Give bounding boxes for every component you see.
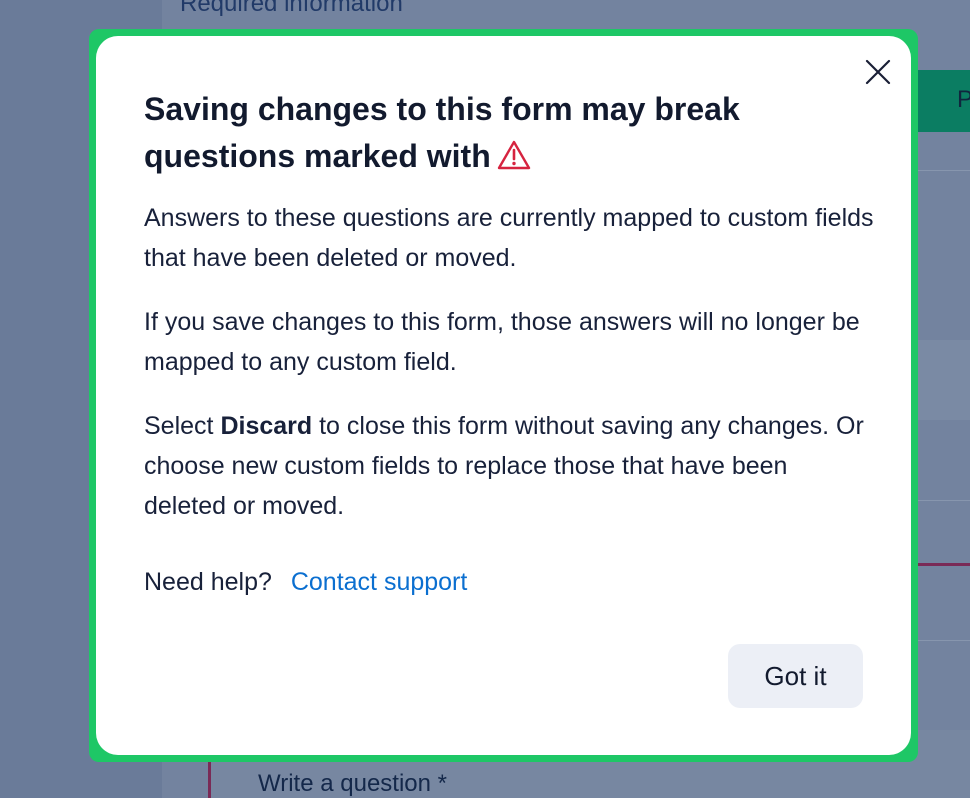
- section-label: Required information: [180, 0, 403, 17]
- background-primary-button-label: P: [957, 86, 970, 113]
- dialog-paragraph-consequence: If you save changes to this form, those …: [144, 308, 860, 376]
- warning-triangle-icon: [497, 136, 531, 183]
- dialog-title-text: Saving changes to this form may break qu…: [144, 91, 740, 174]
- help-row: Need help? Contact support: [144, 562, 467, 602]
- help-prompt: Need help?: [144, 568, 272, 596]
- close-button[interactable]: [856, 50, 900, 94]
- dialog-paragraph-mapping: Answers to these questions are currently…: [144, 204, 874, 272]
- discard-emphasis: Discard: [220, 412, 313, 440]
- instructions-text-before: Select: [144, 412, 221, 440]
- contact-support-link[interactable]: Contact support: [291, 568, 468, 596]
- dialog-paragraph-instructions: Select Discard to close this form withou…: [144, 406, 874, 526]
- question-placeholder: Write a question *: [258, 770, 447, 797]
- close-icon: [865, 59, 891, 85]
- dialog-title: Saving changes to this form may break qu…: [144, 86, 844, 183]
- warning-dialog: Saving changes to this form may break qu…: [96, 36, 911, 755]
- got-it-button[interactable]: Got it: [728, 644, 863, 708]
